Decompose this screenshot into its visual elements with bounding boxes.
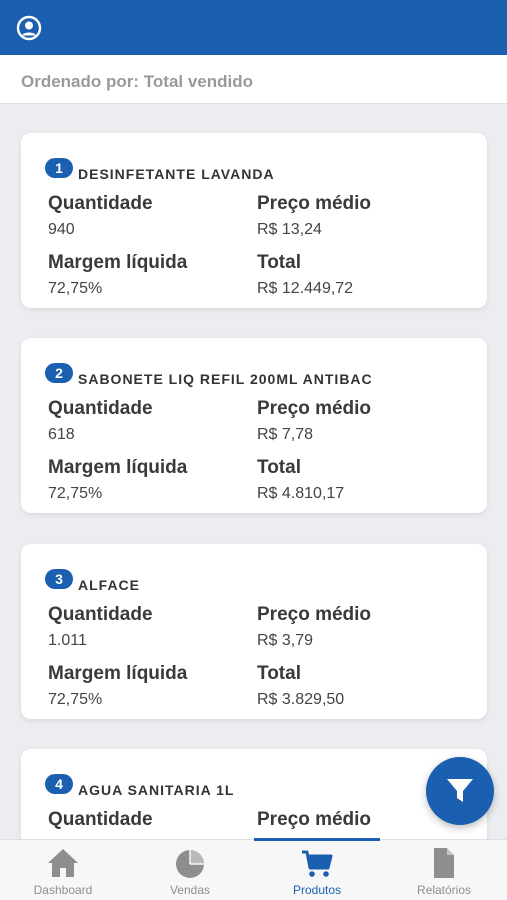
net-margin-label: Margem líquida <box>48 663 188 684</box>
avg-price-label: Preço médio <box>257 604 372 625</box>
quantity-label: Quantidade <box>48 809 153 830</box>
quantity-value: 1.011 <box>48 632 87 649</box>
total-value: R$ 4.810,17 <box>257 485 345 502</box>
quantity-label: Quantidade <box>48 398 153 419</box>
sort-bar[interactable]: Ordenado por: Total vendido <box>0 55 507 104</box>
home-icon <box>48 849 78 877</box>
avg-price-value: R$ 13,24 <box>257 221 322 238</box>
quantity-label: Quantidade <box>48 604 153 625</box>
nav-label: Relatórios <box>416 883 472 897</box>
nav-label: Produtos <box>292 883 342 897</box>
quantity-value: 940 <box>48 221 75 238</box>
quantity-value: 618 <box>48 426 75 443</box>
product-card[interactable]: 1 DESINFETANTE LAVANDA Quantidade Preço … <box>21 133 487 308</box>
cart-icon <box>302 850 333 877</box>
product-list[interactable]: 1 DESINFETANTE LAVANDA Quantidade Preço … <box>0 104 507 839</box>
product-name: ALFACE <box>78 577 140 593</box>
avg-price-value: R$ 7,78 <box>257 426 314 443</box>
product-card[interactable]: 4 AGUA SANITARIA 1L Quantidade Preço méd… <box>21 749 487 839</box>
document-icon <box>434 848 454 878</box>
rank-badge: 2 <box>45 363 73 383</box>
nav-label: Dashboard <box>33 883 93 897</box>
nav-item-relatorios[interactable]: Relatórios <box>381 840 507 900</box>
user-account-icon[interactable] <box>16 15 42 41</box>
product-name: SABONETE LIQ REFIL 200ML ANTIBAC <box>78 371 373 387</box>
net-margin-label: Margem líquida <box>48 252 188 273</box>
total-value: R$ 3.829,50 <box>257 691 345 708</box>
net-margin-value: 72,75% <box>48 280 103 297</box>
rank-badge: 4 <box>45 774 73 794</box>
filter-icon <box>447 779 473 802</box>
net-margin-value: 72,75% <box>48 691 103 708</box>
net-margin-label: Margem líquida <box>48 457 188 478</box>
avg-price-label: Preço médio <box>257 809 372 830</box>
nav-item-produtos[interactable]: Produtos <box>254 838 380 900</box>
product-card[interactable]: 2 SABONETE LIQ REFIL 200ML ANTIBAC Quant… <box>21 338 487 513</box>
total-label: Total <box>257 252 301 273</box>
total-label: Total <box>257 663 301 684</box>
net-margin-value: 72,75% <box>48 485 103 502</box>
pie-chart-icon <box>176 850 204 878</box>
product-name: DESINFETANTE LAVANDA <box>78 166 275 182</box>
product-name: AGUA SANITARIA 1L <box>78 782 235 798</box>
product-card[interactable]: 3 ALFACE Quantidade Preço médio 1.011 R$… <box>21 544 487 719</box>
rank-badge: 3 <box>45 569 73 589</box>
filter-button[interactable] <box>426 757 494 825</box>
nav-item-vendas[interactable]: Vendas <box>127 840 253 900</box>
quantity-label: Quantidade <box>48 193 153 214</box>
nav-item-dashboard[interactable]: Dashboard <box>0 840 126 900</box>
total-label: Total <box>257 457 301 478</box>
avg-price-value: R$ 3,79 <box>257 632 314 649</box>
sort-label: Ordenado por: Total vendido <box>21 72 254 91</box>
top-app-bar <box>0 0 507 55</box>
total-value: R$ 12.449,72 <box>257 280 354 297</box>
avg-price-label: Preço médio <box>257 398 372 419</box>
avg-price-label: Preço médio <box>257 193 372 214</box>
nav-label: Vendas <box>169 883 211 897</box>
bottom-navigation: Dashboard Vendas Produtos Relatórios <box>0 838 507 900</box>
rank-badge: 1 <box>45 158 73 178</box>
